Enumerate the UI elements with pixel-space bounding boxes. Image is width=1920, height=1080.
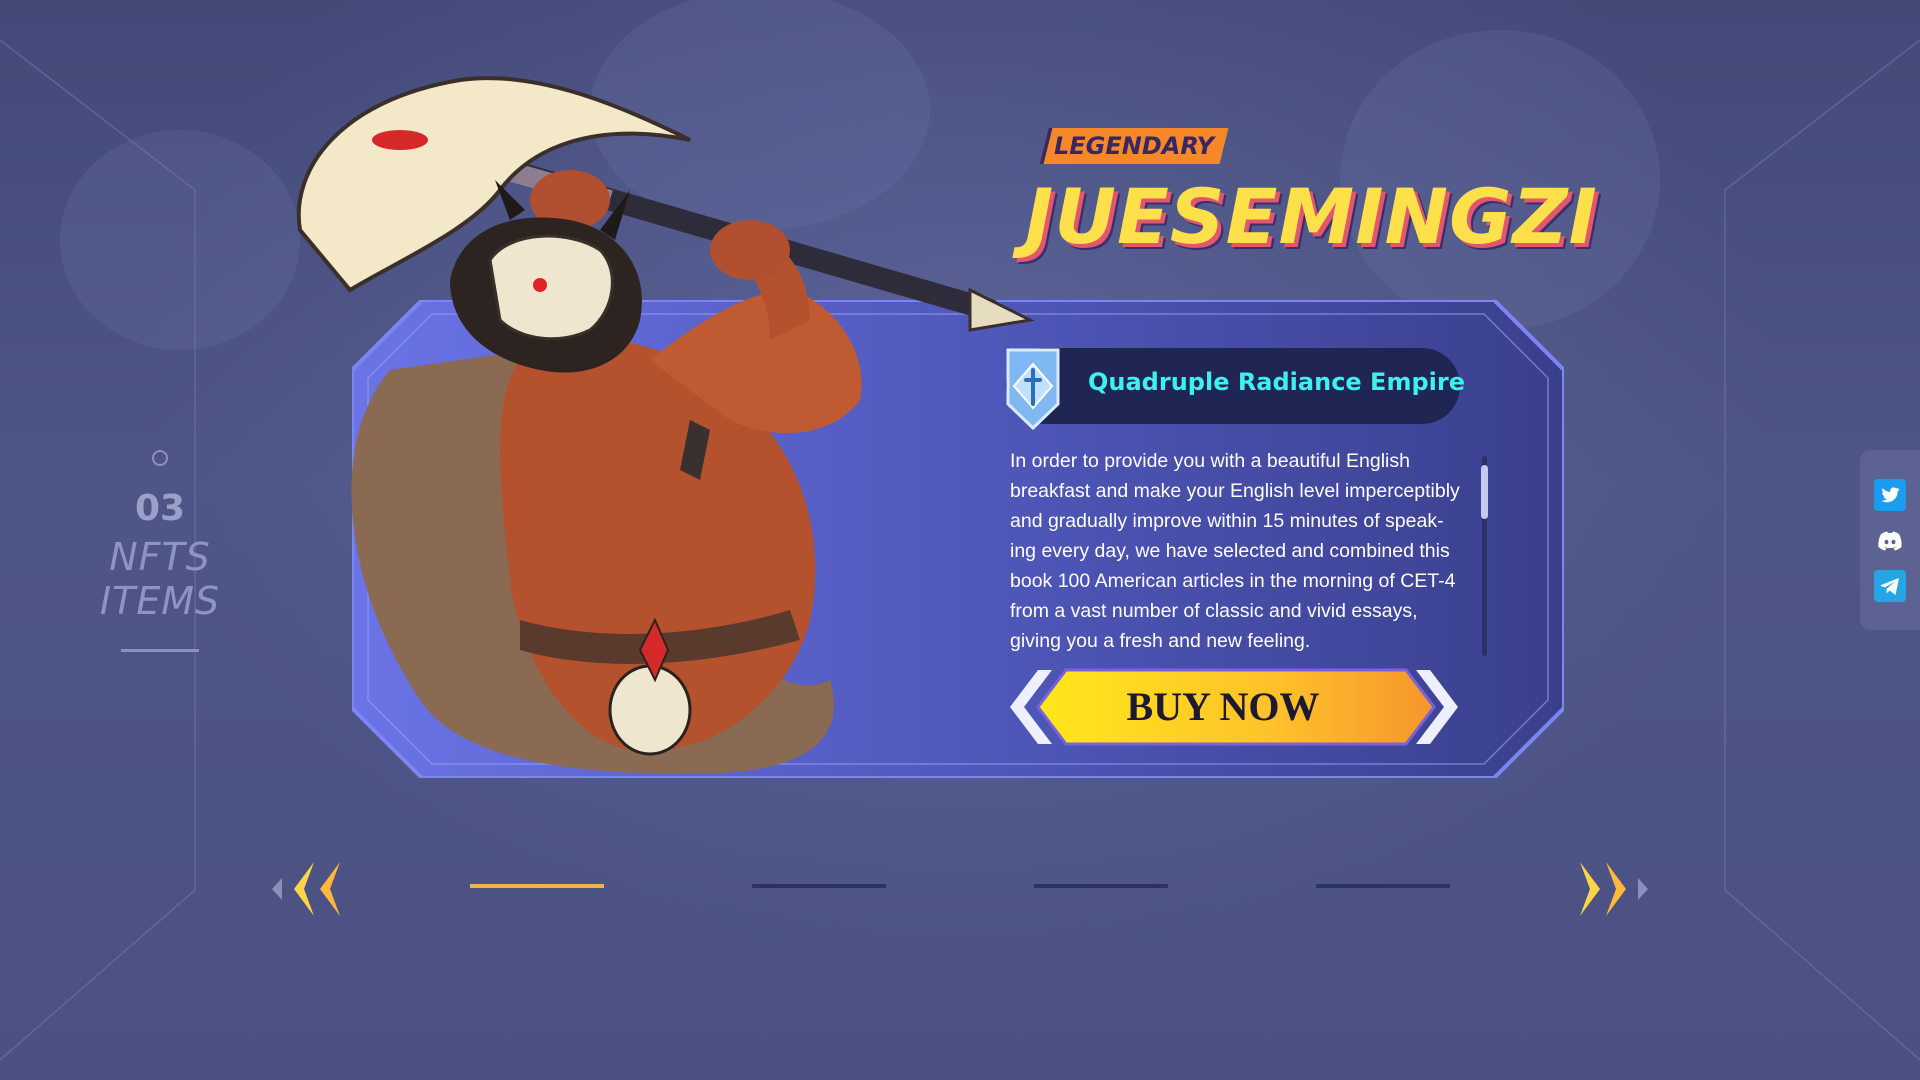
discord-icon[interactable] bbox=[1874, 525, 1906, 557]
faction-name: Quadruple Radiance Empire bbox=[1088, 368, 1465, 396]
description-scrollbar-thumb[interactable] bbox=[1481, 465, 1488, 519]
carousel-page-2[interactable] bbox=[752, 884, 886, 888]
hero-name: JUESEMINGZI bbox=[1025, 172, 1598, 261]
rarity-badge: LEGENDARY bbox=[1039, 128, 1229, 164]
twitter-icon[interactable] bbox=[1874, 479, 1906, 511]
section-title: NFTS ITEMS bbox=[99, 535, 221, 623]
buy-now-button[interactable] bbox=[1008, 666, 1460, 748]
section-underline bbox=[121, 649, 199, 652]
telegram-icon[interactable] bbox=[1874, 570, 1906, 602]
hero-character-image bbox=[296, 76, 1035, 774]
section-number: 03 bbox=[134, 488, 186, 529]
double-chevron-right-icon[interactable] bbox=[1572, 856, 1662, 922]
rarity-label: LEGENDARY bbox=[1053, 132, 1215, 160]
sword-shield-icon bbox=[1006, 348, 1060, 431]
carousel-page-4[interactable] bbox=[1316, 884, 1450, 888]
double-chevron-left-icon[interactable] bbox=[258, 856, 348, 922]
hero-description: In order to provide you with a beautiful… bbox=[1010, 450, 1460, 652]
section-dot bbox=[152, 450, 168, 466]
carousel-page-1[interactable] bbox=[470, 884, 604, 888]
section-indicator: 03 NFTS ITEMS bbox=[60, 450, 260, 652]
carousel-page-3[interactable] bbox=[1034, 884, 1168, 888]
